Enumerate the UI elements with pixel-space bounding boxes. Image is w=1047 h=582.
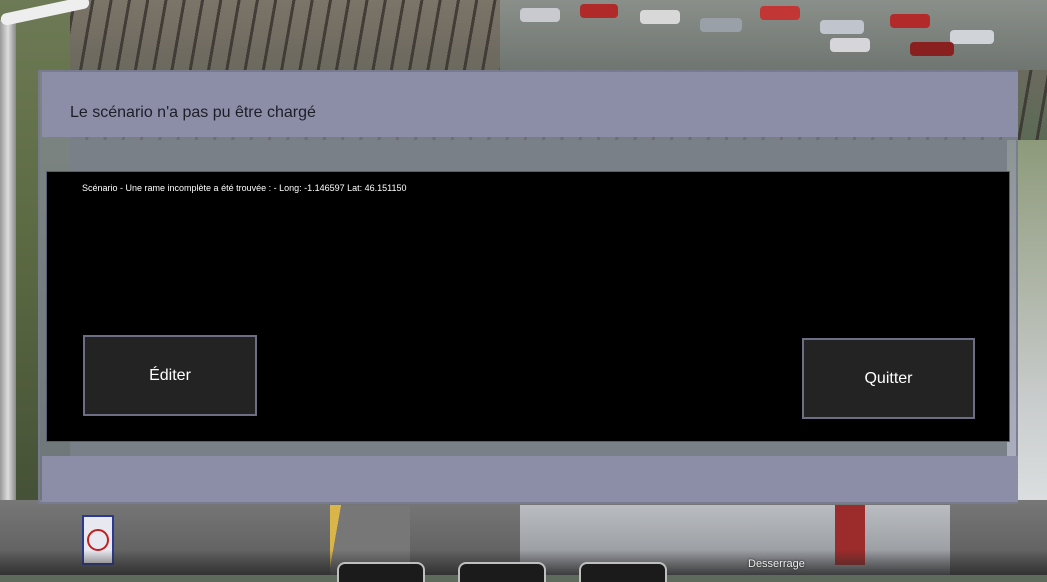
error-message: Scénario - Une rame incomplète a été tro… — [82, 183, 407, 193]
edit-button[interactable]: Éditer — [83, 335, 257, 416]
dialog-footer — [42, 456, 1018, 502]
hud-gauge[interactable] — [458, 562, 546, 582]
hud-gauge[interactable] — [337, 562, 425, 582]
quit-button[interactable]: Quitter — [802, 338, 975, 419]
parking-lot — [500, 0, 1047, 70]
prohibition-icon — [87, 529, 109, 551]
brake-status-label: Desserrage — [748, 558, 805, 570]
hud-gauge[interactable] — [579, 562, 667, 582]
lamp-post — [0, 20, 16, 540]
dialog-title: Le scénario n'a pas pu être chargé — [70, 104, 316, 121]
